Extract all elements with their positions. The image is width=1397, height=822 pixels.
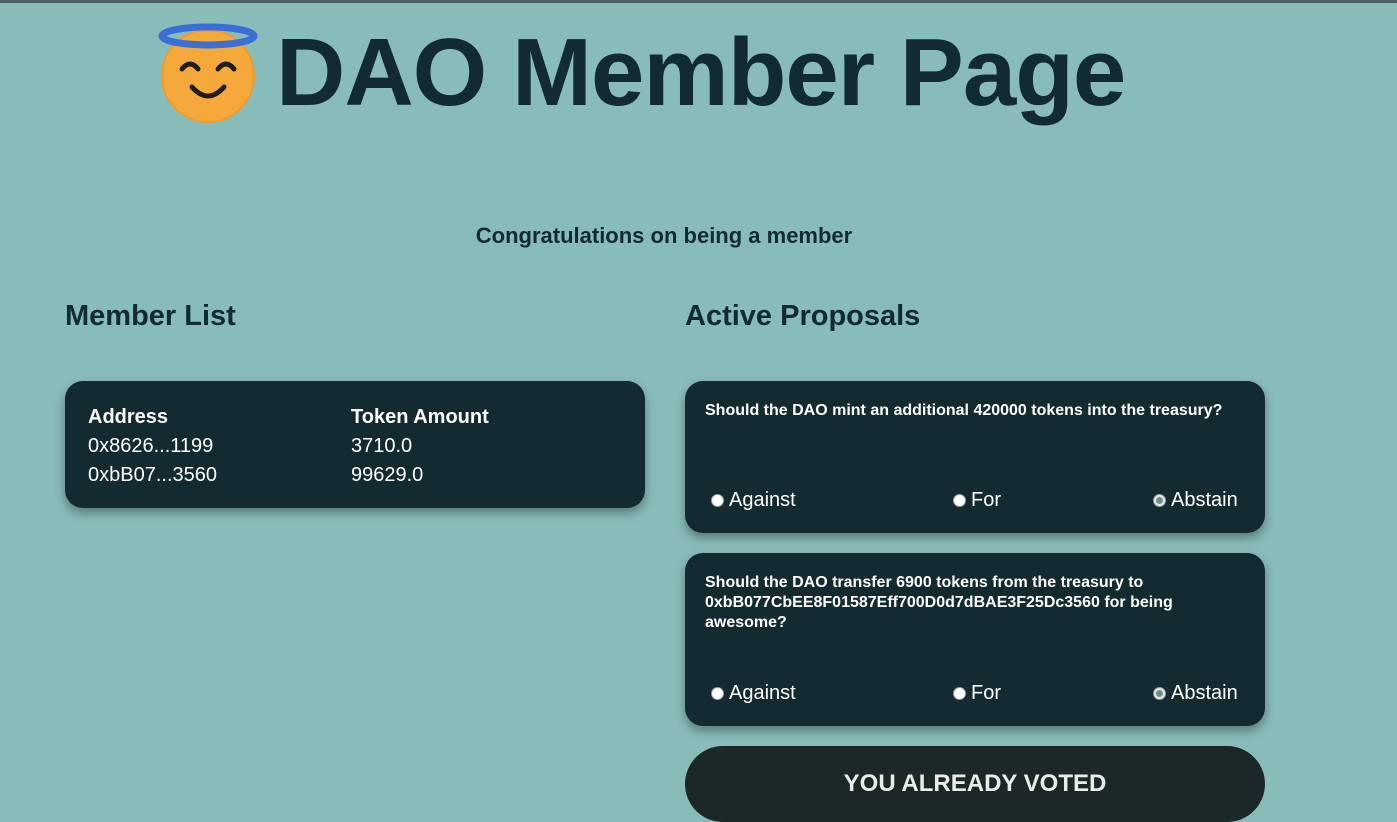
proposal-question: Should the DAO transfer 6900 tokens from… bbox=[705, 574, 1173, 631]
column-header-token-amount: Token Amount bbox=[351, 406, 489, 428]
radio-abstain[interactable] bbox=[1153, 687, 1166, 700]
window-top-border bbox=[0, 0, 1397, 3]
vote-option-against[interactable]: Against bbox=[711, 489, 796, 512]
vote-option-abstain[interactable]: Abstain bbox=[1153, 682, 1238, 705]
active-proposals-heading: Active Proposals bbox=[685, 300, 921, 332]
vote-option-for[interactable]: For bbox=[953, 489, 1001, 512]
option-label: For bbox=[971, 682, 1001, 704]
smiling-face-with-halo-icon bbox=[156, 21, 260, 125]
proposal-question: Should the DAO mint an additional 420000… bbox=[705, 402, 1223, 419]
radio-for[interactable] bbox=[953, 687, 966, 700]
congrats-message: Congratulations on being a member bbox=[475, 223, 853, 248]
table-header-row: Address Token Amount bbox=[88, 403, 591, 432]
vote-option-abstain[interactable]: Abstain bbox=[1153, 489, 1238, 512]
table-row: 0x8626...1199 3710.0 bbox=[88, 432, 591, 461]
radio-against[interactable] bbox=[711, 494, 724, 507]
table-row: 0xbB07...3560 99629.0 bbox=[88, 461, 591, 490]
column-header-address: Address bbox=[88, 406, 169, 428]
member-table: Address Token Amount 0x8626...1199 3710.… bbox=[88, 403, 591, 490]
member-list-card: Address Token Amount 0x8626...1199 3710.… bbox=[65, 381, 645, 508]
option-label: For bbox=[971, 489, 1001, 511]
member-token-amount: 3710.0 bbox=[351, 435, 413, 457]
member-list-heading: Member List bbox=[65, 300, 236, 332]
member-address: 0xbB07...3560 bbox=[88, 464, 217, 486]
vote-option-against[interactable]: Against bbox=[711, 682, 796, 705]
member-address: 0x8626...1199 bbox=[88, 435, 214, 457]
proposal-card: Should the DAO transfer 6900 tokens from… bbox=[685, 553, 1265, 726]
radio-for[interactable] bbox=[953, 494, 966, 507]
vote-option-for[interactable]: For bbox=[953, 682, 1001, 705]
vote-options: Against For Abstain bbox=[711, 489, 1245, 513]
page-title: DAO Member Page bbox=[276, 19, 1126, 126]
option-label: Abstain bbox=[1171, 682, 1238, 704]
option-label: Against bbox=[729, 682, 796, 704]
proposal-card: Should the DAO mint an additional 420000… bbox=[685, 381, 1265, 533]
already-voted-button[interactable]: YOU ALREADY VOTED bbox=[685, 746, 1265, 822]
option-label: Against bbox=[729, 489, 796, 511]
radio-abstain[interactable] bbox=[1153, 494, 1166, 507]
member-token-amount: 99629.0 bbox=[351, 464, 424, 486]
radio-against[interactable] bbox=[711, 687, 724, 700]
option-label: Abstain bbox=[1171, 489, 1238, 511]
vote-options: Against For Abstain bbox=[711, 682, 1245, 706]
page-header: DAO Member Page bbox=[156, 18, 1126, 128]
